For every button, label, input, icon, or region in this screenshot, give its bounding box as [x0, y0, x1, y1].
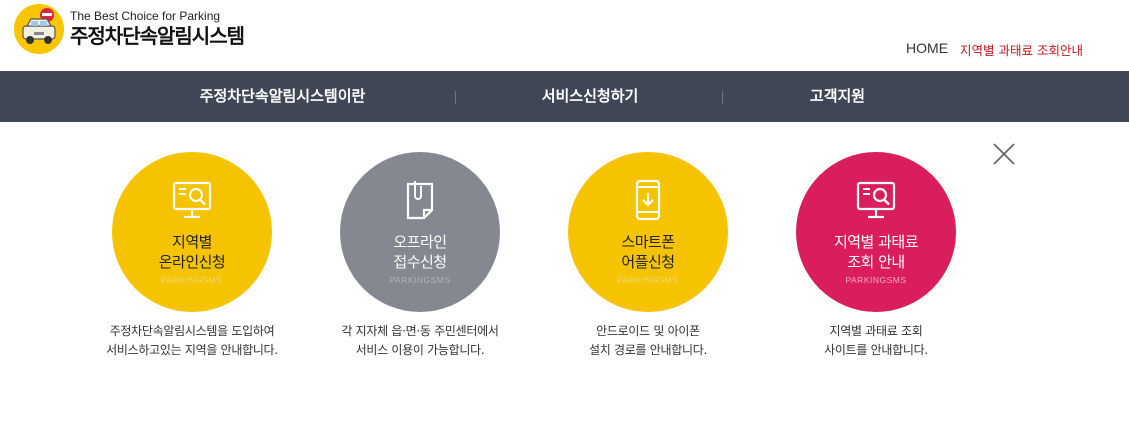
nav-divider [455, 91, 456, 104]
nav-item-apply[interactable]: 서비스신청하기 [500, 71, 680, 122]
card-fine-inquiry: 지역별 과태료 조회 안내 PARKINGSMS 지역별 과태료 조회 사이트를… [761, 152, 991, 360]
logo-tagline: The Best Choice for Parking [70, 9, 221, 23]
main-nav: 주정차단속알림시스템이란 서비스신청하기 고객지원 [0, 71, 1129, 122]
card-title-line1: 지역별 [172, 233, 212, 251]
app-apply-button[interactable]: 스마트폰 어플신청 PARKINGSMS [568, 152, 728, 312]
card-desc-line1: 주정차단속알림시스템을 도입하여 [109, 324, 275, 338]
fine-inquiry-button[interactable]: 지역별 과태료 조회 안내 PARKINGSMS [796, 152, 956, 312]
online-apply-button[interactable]: 지역별 온라인신청 PARKINGSMS [112, 152, 272, 312]
card-title-line2: 어플신청 [621, 253, 675, 271]
nav-divider [722, 91, 723, 104]
card-title-line1: 지역별 과태료 [833, 233, 919, 251]
monitor-search-icon [856, 181, 896, 219]
close-icon[interactable] [991, 141, 1017, 167]
card-online-apply: 지역별 온라인신청 PARKINGSMS 주정차단속알림시스템을 도입하여 서비… [77, 152, 307, 360]
top-links: HOME 지역별 과태료 조회안내 [906, 40, 1083, 59]
card-desc-line2: 서비스하고있는 지역을 안내합니다. [106, 343, 278, 357]
card-desc-line2: 사이트를 안내합니다. [824, 343, 928, 357]
region-fine-link[interactable]: 지역별 과태료 조회안내 [960, 40, 1083, 59]
card-desc-line1: 지역별 과태료 조회 [829, 324, 923, 338]
smartphone-download-icon [635, 179, 661, 221]
card-title-line1: 스마트폰 [621, 233, 675, 251]
offline-apply-button[interactable]: 오프라인 접수신청 PARKINGSMS [340, 152, 500, 312]
card-subtitle: PARKINGSMS [161, 275, 223, 285]
card-subtitle: PARKINGSMS [845, 275, 907, 285]
monitor-search-icon [172, 181, 212, 219]
site-header: The Best Choice for Parking 주정차단속알림시스템 H… [0, 0, 1129, 71]
card-title-line2: 온라인신청 [158, 253, 226, 271]
card-desc-line2: 설치 경로를 안내합니다. [589, 343, 707, 357]
card-desc-line1: 각 지자체 읍·면·동 주민센터에서 [341, 324, 499, 338]
card-subtitle: PARKINGSMS [617, 275, 679, 285]
nav-item-about[interactable]: 주정차단속알림시스템이란 [155, 71, 410, 122]
logo-title: 주정차단속알림시스템 [70, 24, 245, 48]
card-title-line2: 접수신청 [393, 253, 447, 271]
card-subtitle: PARKINGSMS [389, 275, 451, 285]
clipped-document-icon [406, 181, 434, 220]
nav-item-support[interactable]: 고객지원 [780, 71, 895, 122]
site-logo[interactable]: The Best Choice for Parking 주정차단속알림시스템 [14, 4, 245, 54]
card-app-apply: 스마트폰 어플신청 PARKINGSMS 안드로이드 및 아이폰 설치 경로를 … [533, 152, 763, 360]
card-title-line2: 조회 안내 [847, 253, 905, 271]
card-offline-apply: 오프라인 접수신청 PARKINGSMS 각 지자체 읍·면·동 주민센터에서 … [305, 152, 535, 360]
card-desc-line1: 안드로이드 및 아이폰 [596, 324, 700, 338]
home-link[interactable]: HOME [906, 40, 948, 59]
card-title-line1: 오프라인 [393, 233, 447, 251]
card-desc-line2: 서비스 이용이 가능합니다. [355, 343, 485, 357]
logo-car-icon [14, 4, 64, 54]
